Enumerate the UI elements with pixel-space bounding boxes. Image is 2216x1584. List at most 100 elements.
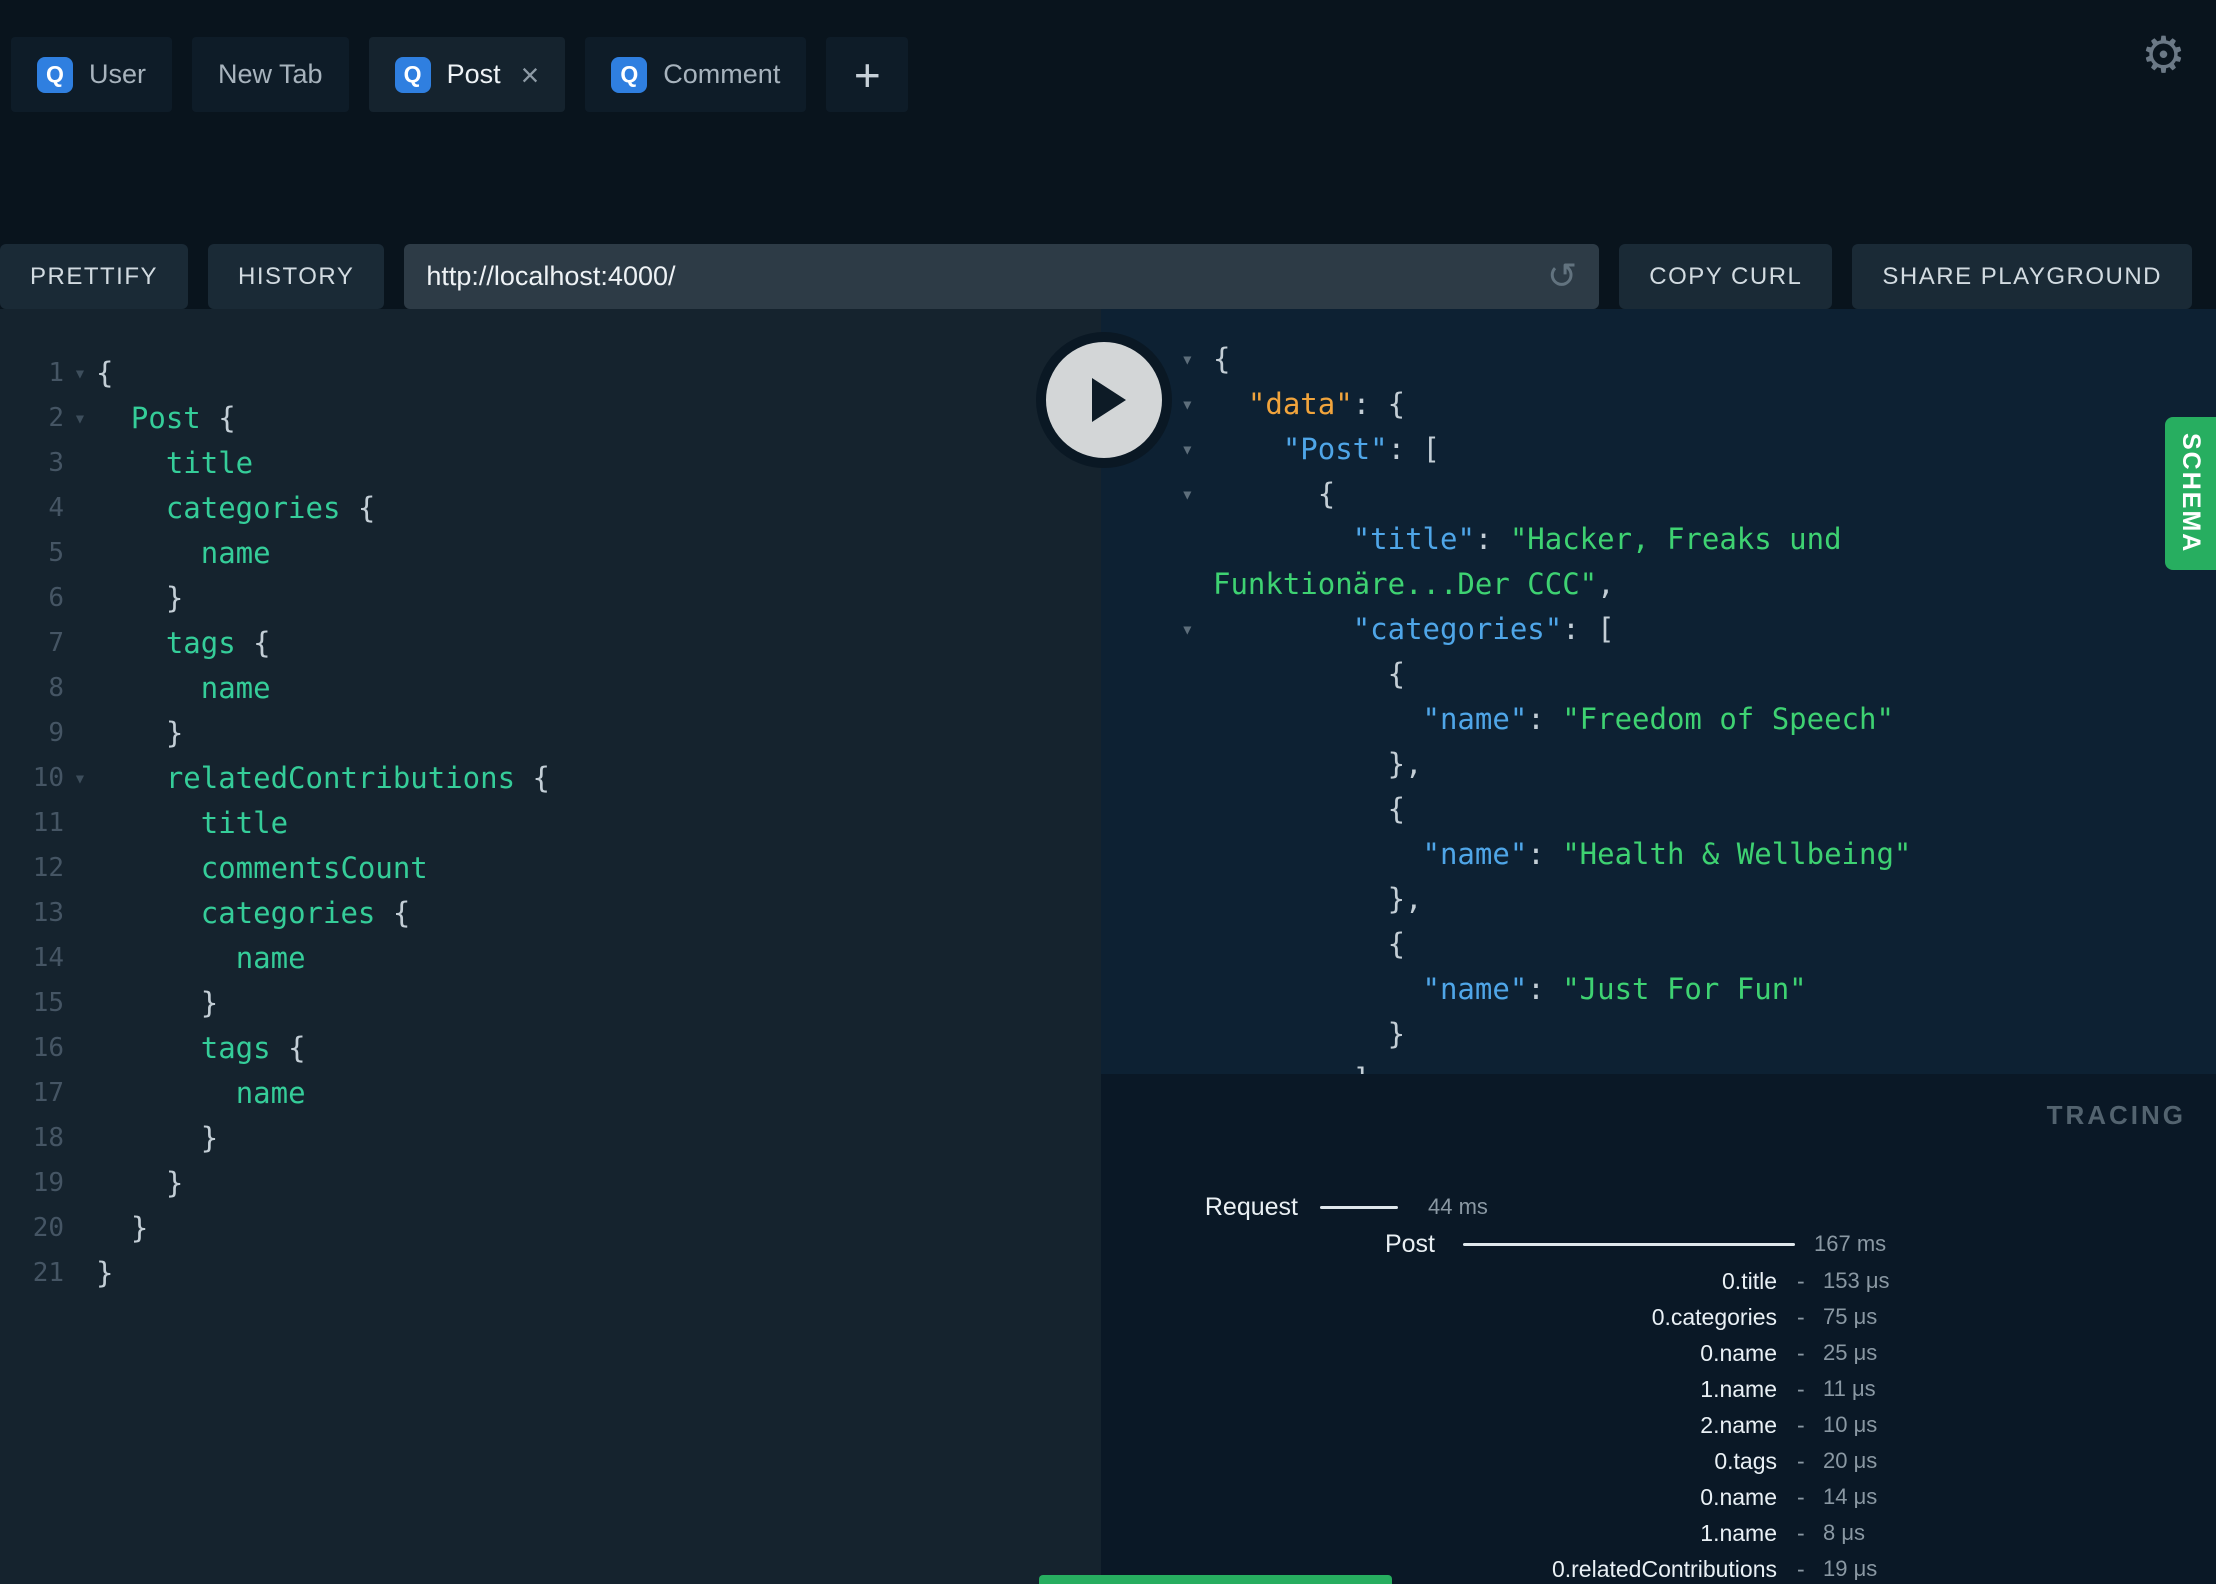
fold-arrow-icon[interactable]: ▾ — [1181, 472, 1194, 517]
query-line[interactable]: 2 ▾ Post { — [0, 396, 1101, 441]
query-line[interactable]: 4 categories { — [0, 486, 1101, 531]
query-line[interactable]: 18 } — [0, 1116, 1101, 1161]
fold-arrow-icon[interactable]: ▾ — [64, 756, 96, 801]
response-line: "title": "Hacker, Freaks und — [1101, 517, 2216, 562]
token: : [ — [1387, 432, 1440, 466]
tracing-field-time: 19 μs — [1823, 1556, 1878, 1581]
execute-query-button[interactable] — [1036, 332, 1172, 468]
query-badge-icon: Q — [394, 56, 431, 93]
reload-icon[interactable]: ↺ — [1547, 256, 1577, 297]
endpoint-url[interactable]: http://localhost:4000/ — [426, 261, 675, 292]
token: "title" — [1352, 522, 1475, 556]
token: { — [200, 401, 236, 435]
query-line[interactable]: 17 name — [0, 1071, 1101, 1116]
query-line[interactable]: 1 ▾{ — [0, 351, 1101, 396]
query-line[interactable]: 13 categories { — [0, 891, 1101, 936]
fold-gutter — [64, 621, 96, 666]
fold-arrow-icon[interactable]: ▾ — [64, 351, 96, 396]
fold-arrow-icon[interactable]: ▾ — [64, 396, 96, 441]
query-code: categories { — [96, 486, 376, 531]
query-line[interactable]: 19 } — [0, 1161, 1101, 1206]
history-button[interactable]: HISTORY — [208, 244, 385, 309]
token: title — [165, 446, 254, 480]
query-line[interactable]: 7 tags { — [0, 621, 1101, 666]
tracing-field-row: 0.tags -20 μs — [1101, 1443, 2216, 1479]
token: { — [1213, 342, 1231, 376]
query-line[interactable]: 20 } — [0, 1206, 1101, 1251]
token: : — [1527, 702, 1563, 736]
query-code: title — [96, 801, 288, 846]
token: "Freedom of Speech" — [1562, 702, 1894, 736]
token: tags — [200, 1031, 271, 1065]
response-code: { — [1213, 472, 1335, 517]
query-line[interactable]: 11 title — [0, 801, 1101, 846]
line-number: 7 — [48, 628, 64, 658]
query-line[interactable]: 12 commentsCount — [0, 846, 1101, 891]
response-gutter — [1101, 877, 1213, 922]
query-line[interactable]: 8 name — [0, 666, 1101, 711]
tab-comment[interactable]: Q Comment — [585, 37, 807, 112]
line-number: 13 — [32, 898, 64, 928]
fold-gutter — [64, 576, 96, 621]
response-line: ] — [1101, 1057, 2216, 1074]
response-code: "data": { — [1213, 382, 1405, 427]
line-number: 17 — [32, 1078, 64, 1108]
copy-curl-button[interactable]: COPY CURL — [1619, 244, 1833, 309]
tracing-field-row: 0.title -153 μs — [1101, 1263, 2216, 1299]
token: { — [375, 896, 411, 930]
query-code: name — [96, 1071, 306, 1116]
response-gutter — [1101, 1012, 1213, 1057]
tracing-dash: - — [1797, 1484, 1805, 1510]
query-line[interactable]: 9 } — [0, 711, 1101, 756]
query-line[interactable]: 10 ▾ relatedContributions { — [0, 756, 1101, 801]
query-line[interactable]: 6 } — [0, 576, 1101, 621]
tab-new-tab[interactable]: New Tab — [192, 37, 349, 112]
token: "Just For Fun" — [1562, 972, 1807, 1006]
query-code: tags { — [96, 621, 271, 666]
fold-arrow-icon[interactable]: ▾ — [1181, 607, 1194, 652]
add-tab-button[interactable]: + — [826, 37, 909, 112]
query-editor[interactable]: 1 ▾{2 ▾ Post {3 title 4 categories {5 name 6… — [0, 309, 1101, 1584]
query-code: } — [96, 1206, 148, 1251]
tracing-field-label: 0.name — [1700, 1484, 1777, 1510]
tracing-field-row: 1.name -8 μs — [1101, 1515, 2216, 1551]
settings-gear-icon[interactable]: ⚙ — [2141, 26, 2186, 84]
tracing-title: TRACING — [2046, 1100, 2186, 1130]
prettify-button[interactable]: PRETTIFY — [0, 244, 189, 309]
query-line[interactable]: 15 } — [0, 981, 1101, 1026]
tab-label: User — [89, 59, 147, 89]
token: : — [1474, 522, 1510, 556]
response-gutter — [1101, 697, 1213, 742]
tracing-field-time: 8 μs — [1823, 1520, 1866, 1545]
line-number: 16 — [32, 1033, 64, 1063]
query-line[interactable]: 21} — [0, 1251, 1101, 1296]
tab-user[interactable]: Q User — [11, 37, 173, 112]
share-playground-button[interactable]: SHARE PLAYGROUND — [1852, 244, 2192, 309]
token: name — [235, 941, 306, 975]
schema-tab[interactable]: SCHEMA — [2165, 417, 2216, 570]
line-number: 6 — [48, 583, 64, 613]
query-line[interactable]: 16 tags { — [0, 1026, 1101, 1071]
line-number: 20 — [32, 1213, 64, 1243]
line-number: 1 — [48, 358, 64, 388]
response-code: "categories": [ — [1213, 607, 1615, 652]
tab-post[interactable]: Q Post × — [368, 37, 566, 112]
query-line[interactable]: 5 name — [0, 531, 1101, 576]
tracing-field-time: 11 μs — [1823, 1376, 1876, 1401]
token: title — [200, 806, 289, 840]
fold-arrow-icon[interactable]: ▾ — [1181, 427, 1194, 472]
fold-arrow-icon[interactable]: ▾ — [1181, 337, 1194, 382]
response-gutter — [1101, 562, 1213, 607]
query-code: } — [96, 711, 183, 756]
endpoint-url-bar[interactable]: http://localhost:4000/ ↺ — [404, 244, 1600, 309]
query-line[interactable]: 14 name — [0, 936, 1101, 981]
query-line[interactable]: 3 title — [0, 441, 1101, 486]
line-number: 8 — [48, 673, 64, 703]
query-code: { — [96, 351, 113, 396]
close-tab-icon[interactable]: × — [521, 59, 540, 91]
fold-arrow-icon[interactable]: ▾ — [1181, 382, 1194, 427]
fold-gutter — [64, 846, 96, 891]
